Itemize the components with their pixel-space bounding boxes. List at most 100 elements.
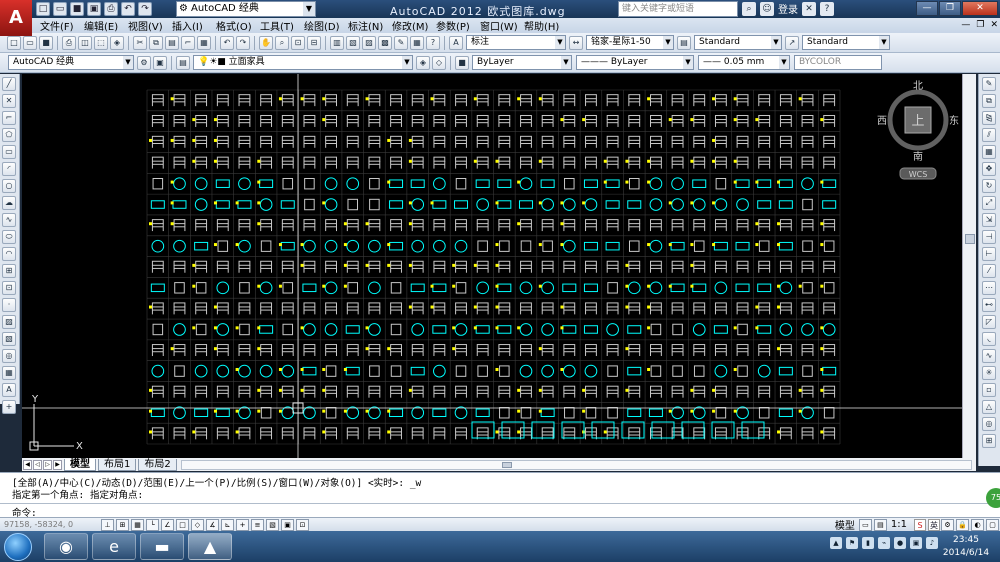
osnap-center-icon[interactable]: ◎ bbox=[982, 417, 996, 431]
explode-icon[interactable]: ✳ bbox=[982, 366, 996, 380]
open-icon[interactable]: ▭ bbox=[53, 2, 67, 16]
ime-mode[interactable]: 英 bbox=[928, 518, 940, 531]
drawing-canvas[interactable]: Y X 上 北南 东 西 WCS bbox=[22, 74, 962, 458]
extend-icon[interactable]: ⊢ bbox=[982, 247, 996, 261]
blend-icon[interactable]: ∿ bbox=[982, 349, 996, 363]
new-icon[interactable]: □ bbox=[7, 35, 21, 50]
saveas-icon[interactable]: ▣ bbox=[87, 2, 101, 16]
multileader-style-icon[interactable]: ↗ bbox=[785, 35, 799, 50]
polyline-icon[interactable]: ⌐ bbox=[2, 111, 16, 125]
help-icon[interactable]: ? bbox=[426, 35, 440, 50]
taskbar-app-autocad[interactable]: ▲ bbox=[188, 533, 232, 560]
revcloud-icon[interactable]: ☁ bbox=[2, 196, 16, 210]
polar-toggle[interactable]: ∠ bbox=[161, 518, 174, 531]
system-clock[interactable]: 23:45 2014/6/14 bbox=[936, 534, 996, 560]
user-icon[interactable]: ☺ bbox=[760, 1, 774, 16]
tab-model[interactable]: 模型 bbox=[64, 458, 96, 471]
osnap-midpoint-icon[interactable]: △ bbox=[982, 400, 996, 414]
ellipse-arc-icon[interactable]: ◠ bbox=[2, 247, 16, 261]
arc-icon[interactable]: ◜ bbox=[2, 162, 16, 176]
menu-item[interactable]: 绘图(D) bbox=[304, 18, 348, 33]
mtext-icon[interactable]: A bbox=[2, 383, 16, 397]
join-icon[interactable]: ⊷ bbox=[982, 298, 996, 312]
dyn-toggle[interactable]: + bbox=[236, 518, 249, 531]
color-select[interactable]: ByLayer ▼ bbox=[472, 55, 572, 70]
menu-item[interactable]: 帮助(H) bbox=[524, 18, 568, 33]
properties-icon[interactable]: ▥ bbox=[330, 35, 344, 50]
otrack-toggle[interactable]: ∡ bbox=[206, 518, 219, 531]
taskbar-app-ie[interactable]: e bbox=[92, 533, 136, 560]
next-tab-icon[interactable]: ▷ bbox=[43, 459, 52, 470]
print-icon[interactable]: ⎙ bbox=[104, 2, 118, 16]
lock-icon[interactable]: 🔒 bbox=[956, 518, 969, 531]
copy-object-icon[interactable]: ⧉ bbox=[982, 94, 996, 108]
zoom-window-icon[interactable]: ⊡ bbox=[291, 35, 305, 50]
erase-icon[interactable]: ✎ bbox=[982, 77, 996, 91]
construction-line-icon[interactable]: ✕ bbox=[2, 94, 16, 108]
redo-icon[interactable]: ↷ bbox=[236, 35, 250, 50]
textstyle-select[interactable]: 铭家-星际1-50 ▼ bbox=[586, 35, 674, 50]
hatch-icon[interactable]: ▨ bbox=[2, 315, 16, 329]
quick-view-layouts-icon[interactable]: ▭ bbox=[858, 518, 872, 531]
ellipse-icon[interactable]: ⬭ bbox=[2, 230, 16, 244]
menu-item[interactable]: 参数(P) bbox=[436, 18, 480, 33]
trim-icon[interactable]: ⊣ bbox=[982, 230, 996, 244]
add-selected-icon[interactable]: + bbox=[2, 400, 16, 414]
annotation-scale[interactable]: 1:1 bbox=[891, 519, 907, 530]
qp-toggle[interactable]: ▣ bbox=[281, 518, 294, 531]
print-icon[interactable]: ⎙ bbox=[62, 35, 76, 50]
tool-palettes-icon[interactable]: ▨ bbox=[362, 35, 376, 50]
break-at-point-icon[interactable]: ⁄ bbox=[982, 264, 996, 278]
layer-previous-icon[interactable]: ◇ bbox=[432, 55, 446, 70]
open-icon[interactable]: ▭ bbox=[23, 35, 37, 50]
hscroll-thumb[interactable] bbox=[501, 461, 512, 468]
model-space-toggle[interactable]: 模型 bbox=[835, 517, 855, 532]
layer-select[interactable]: 💡☀■ 立面家具 ▼ bbox=[193, 55, 413, 70]
tray-usb-icon[interactable]: ⌁ bbox=[878, 537, 890, 549]
menu-item[interactable]: 格式(O) bbox=[216, 18, 260, 33]
3d-print-icon[interactable]: ◈ bbox=[110, 35, 124, 50]
pan-icon[interactable]: ✋ bbox=[259, 35, 273, 50]
chamfer-icon[interactable]: ◸ bbox=[982, 315, 996, 329]
ortho-toggle[interactable]: └ bbox=[146, 518, 159, 531]
design-center-icon[interactable]: ▧ bbox=[346, 35, 360, 50]
menu-item[interactable]: 视图(V) bbox=[128, 18, 172, 33]
horizontal-scrollbar[interactable] bbox=[180, 459, 972, 470]
login-link[interactable]: 登录 bbox=[778, 1, 798, 16]
exchange-icon[interactable]: ✕ bbox=[802, 1, 816, 16]
scale-icon[interactable]: ⤢ bbox=[982, 196, 996, 210]
last-tab-icon[interactable]: ▶ bbox=[53, 459, 62, 470]
undo-icon[interactable]: ↶ bbox=[121, 2, 135, 16]
tray-network-icon[interactable]: ▮ bbox=[862, 537, 874, 549]
maximize-button[interactable]: ❐ bbox=[939, 1, 961, 16]
taskbar-app-explorer[interactable]: ▬ bbox=[140, 533, 184, 560]
rotate-icon[interactable]: ↻ bbox=[982, 179, 996, 193]
osnap-settings-icon[interactable]: ⊞ bbox=[982, 434, 996, 448]
menu-item[interactable]: 窗口(W) bbox=[480, 18, 524, 33]
isolate-icon[interactable]: ◐ bbox=[971, 518, 984, 531]
text-style-icon[interactable]: A bbox=[449, 35, 463, 50]
paste-icon[interactable]: ▤ bbox=[165, 35, 179, 50]
search-icon[interactable]: ⌕ bbox=[742, 1, 756, 16]
make-block-icon[interactable]: ⊡ bbox=[2, 281, 16, 295]
save-icon[interactable]: ■ bbox=[39, 35, 53, 50]
doc-minimize-button[interactable]: — bbox=[961, 20, 970, 30]
dimension-style-icon[interactable]: ↔ bbox=[569, 35, 583, 50]
block-editor-icon[interactable]: ▦ bbox=[197, 35, 211, 50]
markup-icon[interactable]: ✎ bbox=[394, 35, 408, 50]
make-current-layer-icon[interactable]: ◈ bbox=[416, 55, 430, 70]
menu-item[interactable]: 标注(N) bbox=[348, 18, 392, 33]
snap-toggle[interactable]: ⊞ bbox=[116, 518, 129, 531]
save-icon[interactable]: ■ bbox=[70, 2, 84, 16]
menu-item[interactable]: 插入(I) bbox=[172, 18, 216, 33]
osnap-toggle[interactable]: □ bbox=[176, 518, 189, 531]
circle-icon[interactable]: ○ bbox=[2, 179, 16, 193]
fillet-icon[interactable]: ◟ bbox=[982, 332, 996, 346]
publish-icon[interactable]: ⬚ bbox=[94, 35, 108, 50]
point-icon[interactable]: · bbox=[2, 298, 16, 312]
grid-toggle[interactable]: ▦ bbox=[131, 518, 144, 531]
spline-icon[interactable]: ∿ bbox=[2, 213, 16, 227]
redo-icon[interactable]: ↷ bbox=[138, 2, 152, 16]
tray-flag-icon[interactable]: ⚑ bbox=[846, 537, 858, 549]
rectangle-icon[interactable]: ▭ bbox=[2, 145, 16, 159]
